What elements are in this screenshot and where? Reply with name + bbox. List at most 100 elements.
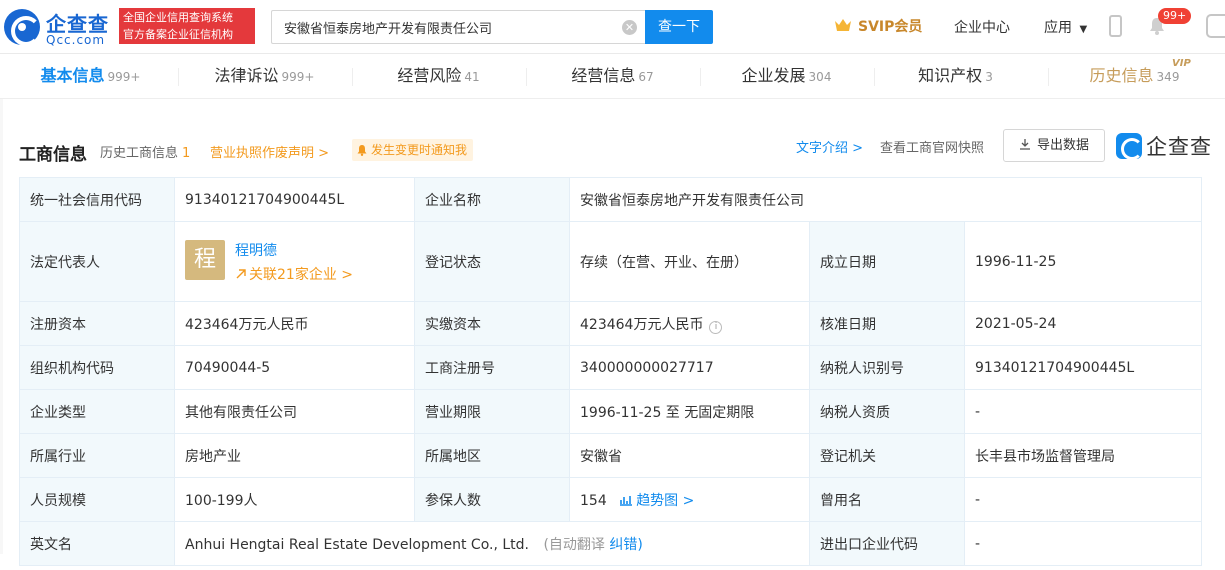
reg-status-value: 存续（在营、开业、在册）: [569, 221, 810, 302]
tab-ip[interactable]: 知识产权 3: [868, 54, 1043, 99]
tab-label: 历史信息: [1089, 66, 1154, 85]
trend-chart-icon: [620, 495, 633, 506]
org-code-value: 70490044-5: [174, 345, 415, 390]
tab-label: 知识产权: [918, 66, 983, 85]
caret-down-icon: ▼: [1079, 24, 1088, 35]
tab-risk[interactable]: 经营风险 41: [351, 54, 526, 99]
logo-domain: Qcc.com: [46, 33, 106, 47]
tab-legal[interactable]: 法律诉讼 999+: [177, 54, 352, 99]
export-data-button[interactable]: 导出数据: [1003, 129, 1105, 162]
import-export-label: 进出口企业代码: [809, 521, 965, 566]
enterprise-center-link[interactable]: 企业中心: [954, 17, 1010, 37]
brand-text: 企查查: [1146, 135, 1212, 159]
insured-value: 154: [580, 492, 607, 509]
tab-basic-info[interactable]: 基本信息 999+: [3, 54, 178, 99]
table-row: 企业类型 其他有限责任公司 营业期限 1996-11-25 至 无固定期限 纳税…: [19, 389, 1203, 434]
company-name-value: 安徽省恒泰房地产开发有限责任公司: [568, 177, 1203, 222]
slogan-line-2: 官方备案企业征信机构: [123, 28, 233, 41]
tab-label: 法律诉讼: [214, 66, 279, 85]
paid-capital-label: 实缴资本: [414, 301, 570, 346]
insured-label: 参保人数: [414, 477, 570, 522]
tab-label: 经营信息: [571, 66, 636, 85]
tab-count: 999+: [107, 70, 141, 84]
found-date-label: 成立日期: [809, 221, 965, 302]
tab-operation[interactable]: 经营信息 67: [525, 54, 700, 99]
found-date-value: 1996-11-25: [963, 221, 1203, 302]
search-input[interactable]: [272, 11, 612, 43]
related-companies-link[interactable]: 关联21家企业 >: [235, 264, 353, 284]
legal-rep-name-link[interactable]: 程明德: [235, 240, 277, 260]
bell-icon: [357, 145, 367, 156]
paid-capital-value: 423464万元人民币: [580, 316, 704, 333]
auto-translate-note: (自动翻译: [543, 536, 605, 553]
table-row: 组织机构代码 70490044-5 工商注册号 340000000027717 …: [19, 345, 1203, 390]
apps-label: 应用: [1044, 20, 1072, 36]
tab-count: 41: [464, 70, 480, 84]
region-label: 所属地区: [414, 433, 570, 478]
download-icon: [1019, 139, 1030, 150]
clear-icon[interactable]: ✕: [622, 20, 637, 35]
table-row: 统一社会信用代码 91340121704900445L 企业名称 安徽省恒泰房地…: [19, 177, 1203, 222]
company-type-label: 企业类型: [19, 389, 175, 434]
search-button[interactable]: 查一下: [645, 10, 713, 44]
related-companies-label: 关联21家企业 >: [249, 267, 353, 283]
top-header: 企查查 Qcc.com 全国企业信用查询系统 官方备案企业征信机构 ✕ 查一下 …: [0, 0, 1225, 54]
tab-label: 经营风险: [397, 66, 462, 85]
tab-development[interactable]: 企业发展 304: [699, 54, 874, 99]
taxpayer-id-label: 纳税人识别号: [809, 345, 965, 390]
approve-date-label: 核准日期: [809, 301, 965, 346]
english-name-cell: Anhui Hengtai Real Estate Development Co…: [174, 521, 810, 566]
svip-link[interactable]: SVIP会员: [834, 16, 922, 36]
paid-capital-cell: 423464万元人民币 i: [569, 301, 810, 346]
industry-value: 房地产业: [174, 433, 415, 478]
org-code-label: 组织机构代码: [19, 345, 175, 390]
slogan-banner: 全国企业信用查询系统 官方备案企业征信机构: [119, 8, 255, 44]
left-edge: [0, 54, 3, 554]
notification-badge: 99+: [1158, 8, 1192, 24]
credit-code-label: 统一社会信用代码: [19, 177, 175, 222]
legal-rep-cell: 程 程明德 关联21家企业 >: [174, 221, 415, 302]
apps-menu[interactable]: 应用 ▼: [1044, 17, 1087, 37]
phone-icon[interactable]: [1109, 15, 1122, 37]
tab-history[interactable]: 历史信息 349: [1047, 54, 1222, 99]
table-row: 英文名 Anhui Hengtai Real Estate Developmen…: [19, 521, 1203, 566]
table-row: 法定代表人 程 程明德 关联21家企业 > 登记状态 存续（在营、开业、在册） …: [19, 221, 1203, 302]
credit-code-value: 91340121704900445L: [174, 177, 415, 222]
history-business-link[interactable]: 历史工商信息 1: [100, 142, 190, 161]
english-name-label: 英文名: [19, 521, 175, 566]
info-icon[interactable]: i: [709, 320, 723, 334]
approve-date-value: 2021-05-24: [963, 301, 1203, 346]
trend-label: 趋势图 >: [636, 492, 695, 509]
business-info-table: 统一社会信用代码 91340121704900445L 企业名称 安徽省恒泰房地…: [19, 177, 1203, 566]
link-icon: [236, 269, 246, 279]
correction-link[interactable]: 纠错): [609, 537, 642, 553]
history-count: 1: [182, 146, 191, 161]
trend-chart-link[interactable]: 趋势图 >: [619, 493, 694, 509]
biz-term-value: 1996-11-25 至 无固定期限: [569, 389, 810, 434]
industry-label: 所属行业: [19, 433, 175, 478]
qcc-logo-icon: [4, 9, 41, 46]
staff-size-value: 100-199人: [174, 477, 415, 522]
reg-status-label: 登记状态: [414, 221, 570, 302]
change-notify-button[interactable]: 发生变更时通知我: [352, 139, 474, 161]
tab-count: 67: [638, 70, 654, 84]
text-intro-link[interactable]: 文字介绍 >: [796, 137, 863, 156]
import-export-value: -: [963, 521, 1203, 566]
tab-count: 3: [985, 70, 993, 84]
table-row: 注册资本 423464万元人民币 实缴资本 423464万元人民币 i 核准日期 …: [19, 301, 1203, 346]
qcc-brand-icon: [1116, 133, 1143, 160]
qcc-logo[interactable]: 企查查 Qcc.com: [4, 7, 116, 47]
slogan-line-1: 全国企业信用查询系统: [123, 11, 233, 24]
table-row: 人员规模 100-199人 参保人数 154 趋势图 > 曾用名 -: [19, 477, 1203, 522]
reg-authority-label: 登记机关: [809, 433, 965, 478]
legal-rep-avatar: 程: [185, 240, 225, 280]
company-type-value: 其他有限责任公司: [174, 389, 415, 434]
reg-capital-value: 423464万元人民币: [174, 301, 415, 346]
official-snapshot-link[interactable]: 查看工商官网快照: [880, 137, 984, 156]
user-avatar-icon[interactable]: [1206, 14, 1225, 38]
license-void-link[interactable]: 营业执照作废声明 >: [210, 142, 329, 161]
tab-count: 999+: [281, 70, 315, 84]
taxpayer-qual-value: -: [963, 389, 1203, 434]
insured-cell: 154 趋势图 >: [569, 477, 810, 522]
region-value: 安徽省: [569, 433, 810, 478]
